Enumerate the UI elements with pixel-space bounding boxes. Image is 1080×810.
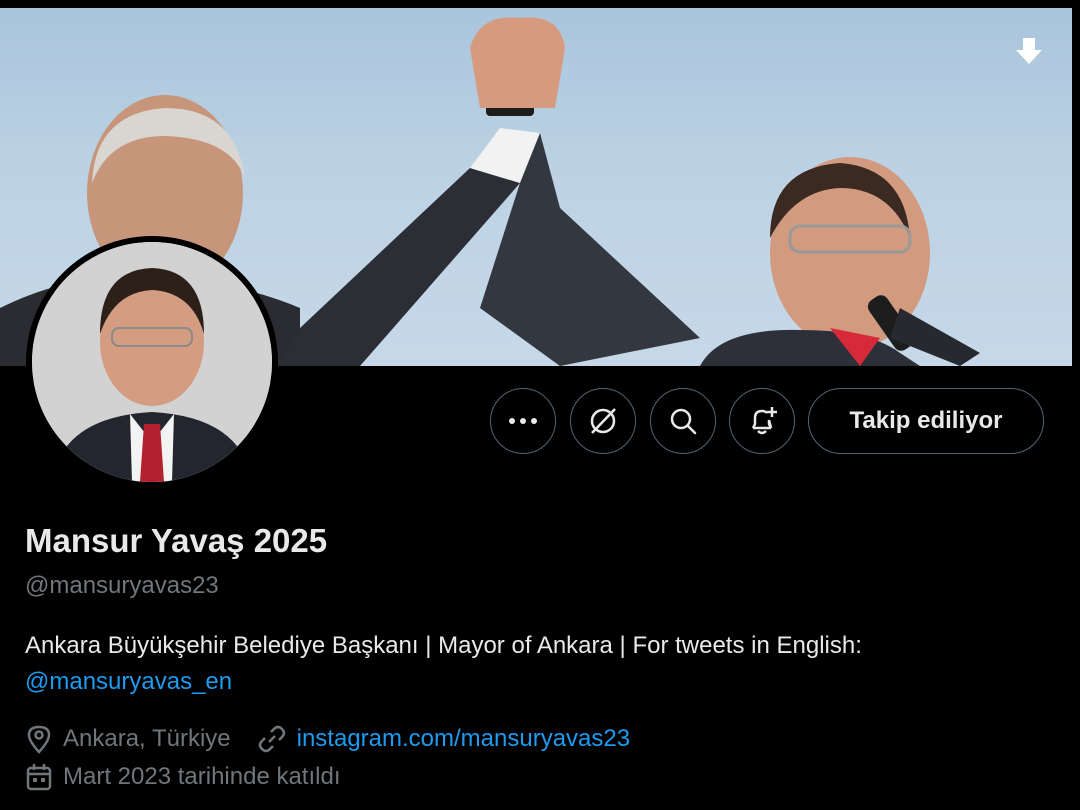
avatar-photo [32,242,272,482]
following-button[interactable]: Takip ediliyor [808,388,1044,454]
search-profile-button[interactable] [650,388,716,454]
link-icon [258,725,285,753]
window-frame-right [1072,0,1080,810]
grok-icon [590,408,616,434]
download-icon[interactable] [1014,36,1044,68]
joined-row: Mart 2023 tarihinde katıldı [25,762,341,792]
website-link[interactable]: instagram.com/mansuryavas23 [297,725,630,753]
bio-text: Ankara Büyükşehir Belediye Başkanı | May… [25,632,862,659]
display-name: Mansur Yavaş 2025 [25,522,328,559]
notification-add-icon [751,407,777,435]
search-icon [670,408,697,435]
profile-meta-row: Ankara, Türkiye instagram.com/mansuryava… [25,724,630,754]
bio-mention-link[interactable]: @mansuryavas_en [25,668,232,695]
more-options-button[interactable] [490,388,556,454]
grok-button[interactable] [570,388,636,454]
window-frame-top [0,0,1080,8]
user-handle: @mansuryavas23 [25,572,219,599]
calendar-icon [26,764,52,791]
profile-avatar[interactable] [26,236,278,488]
more-icon [509,418,537,424]
joined-date: Mart 2023 tarihinde katıldı [63,763,341,790]
location-icon [27,725,51,754]
profile-bio: Ankara Büyükşehir Belediye Başkanı | May… [25,628,1025,700]
notifications-button[interactable] [729,388,795,454]
location-text: Ankara, Türkiye [63,725,231,752]
